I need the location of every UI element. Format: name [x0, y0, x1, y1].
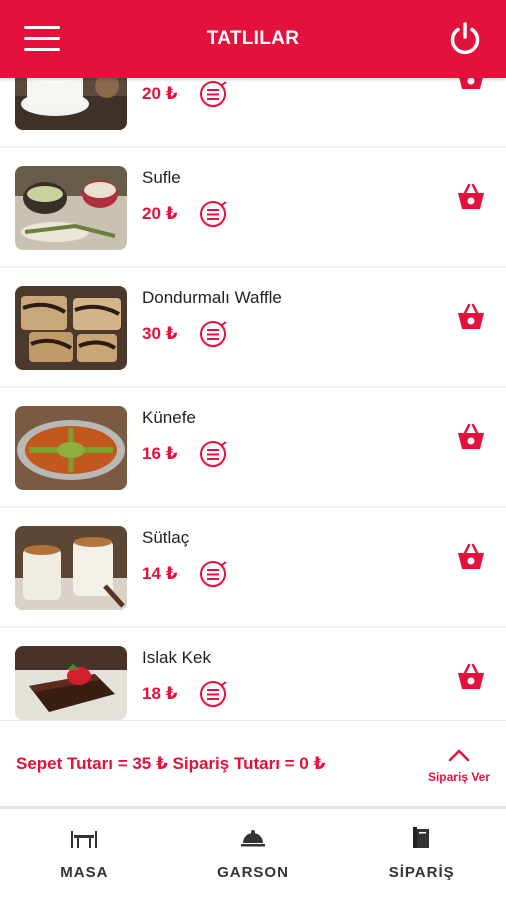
menu-button[interactable]	[24, 26, 60, 52]
page-title: TATLILAR	[206, 28, 300, 49]
list-item[interactable]: Sufle 20 ₺	[0, 148, 506, 266]
product-list[interactable]: 20 ₺ Sufle 20 ₺ Dondurmalı Waffle 30 ₺ K…	[0, 78, 506, 720]
product-name: Dondurmalı Waffle	[142, 288, 282, 307]
product-image	[15, 406, 127, 490]
power-icon	[450, 22, 480, 55]
order-summary-bar: Sepet Tutarı = 35 ₺ Sipariş Tutarı = 0 ₺…	[0, 720, 506, 807]
product-price: 18 ₺	[142, 684, 178, 703]
add-to-basket-icon[interactable]	[455, 301, 487, 333]
tab-masa[interactable]: MASA	[0, 809, 169, 900]
detail-icon[interactable]	[198, 199, 228, 229]
detail-icon[interactable]	[198, 439, 228, 469]
waiter-bell-icon	[241, 830, 265, 847]
menu-icon-bar	[24, 37, 60, 40]
product-name: Islak Kek	[142, 648, 211, 667]
list-item[interactable]: Islak Kek 18 ₺	[0, 628, 506, 720]
tab-label: MASA	[60, 864, 109, 881]
product-price: 14 ₺	[142, 564, 178, 583]
product-name: Künefe	[142, 408, 196, 427]
tab-siparis[interactable]: SİPARİŞ	[337, 809, 506, 900]
detail-icon[interactable]	[198, 79, 228, 109]
add-to-basket-icon[interactable]	[455, 541, 487, 573]
place-order-label: Sipariş Ver	[427, 770, 491, 784]
cart-totals: Sepet Tutarı = 35 ₺ Sipariş Tutarı = 0 ₺	[16, 754, 326, 773]
list-item[interactable]: 20 ₺	[0, 78, 506, 146]
detail-icon[interactable]	[198, 679, 228, 709]
tab-label: SİPARİŞ	[388, 864, 455, 881]
detail-icon[interactable]	[198, 559, 228, 589]
product-name: Sufle	[142, 168, 181, 187]
power-button[interactable]	[446, 20, 484, 58]
product-image	[15, 166, 127, 250]
add-to-basket-icon[interactable]	[455, 181, 487, 213]
product-price: 20 ₺	[142, 204, 178, 223]
add-to-basket-icon[interactable]	[455, 78, 487, 93]
table-icon	[71, 831, 98, 848]
order-book-icon	[412, 827, 429, 848]
menu-icon	[24, 26, 60, 29]
product-image	[15, 526, 127, 610]
product-image	[15, 286, 127, 370]
tab-garson[interactable]: GARSON	[169, 809, 338, 900]
product-image	[15, 646, 127, 720]
product-price: 20 ₺	[142, 84, 178, 103]
menu-icon-bar	[24, 48, 60, 51]
bottom-tab-bar: MASA GARSON SİPARİŞ	[0, 809, 506, 900]
chevron-up-icon	[448, 749, 470, 762]
add-to-basket-icon[interactable]	[455, 661, 487, 693]
list-item[interactable]: Sütlaç 14 ₺	[0, 508, 506, 626]
list-item[interactable]: Dondurmalı Waffle 30 ₺	[0, 268, 506, 386]
product-price: 30 ₺	[142, 324, 178, 343]
add-to-basket-icon[interactable]	[455, 421, 487, 453]
product-name: Sütlaç	[142, 528, 190, 547]
tab-label: GARSON	[217, 864, 289, 881]
product-image	[15, 78, 127, 130]
list-item[interactable]: Künefe 16 ₺	[0, 388, 506, 506]
place-order-button[interactable]: Sipariş Ver	[424, 747, 494, 793]
product-price: 16 ₺	[142, 444, 178, 463]
app-header: TATLILAR	[0, 0, 506, 78]
detail-icon[interactable]	[198, 319, 228, 349]
